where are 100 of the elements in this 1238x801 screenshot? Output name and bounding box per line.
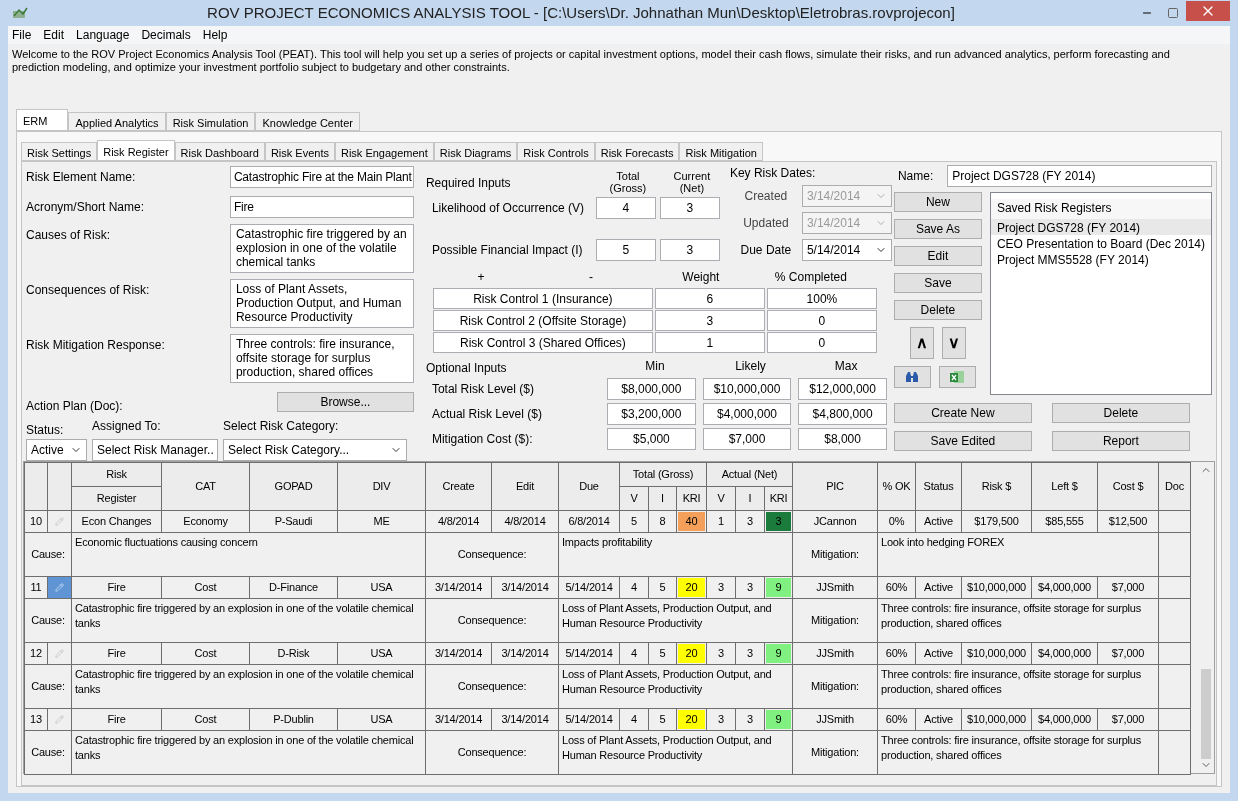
tab[interactable]: Risk Register bbox=[97, 140, 175, 161]
row-label: Mitigation: bbox=[792, 730, 878, 775]
input-field[interactable]: $10,000,000 bbox=[702, 378, 792, 400]
action-button[interactable]: Create New bbox=[893, 403, 1032, 423]
list-item[interactable]: Project DGS728 (FY 2014) bbox=[990, 219, 1211, 235]
input-field[interactable]: $4,800,000 bbox=[798, 403, 887, 425]
column-header: Create bbox=[425, 462, 492, 511]
column-header: Due bbox=[558, 462, 620, 511]
tab[interactable]: Risk Controls bbox=[517, 142, 595, 161]
input-field[interactable]: 3 bbox=[659, 197, 720, 219]
tab[interactable]: Risk Mitigation bbox=[679, 142, 763, 161]
kri-cell: 9 bbox=[766, 578, 791, 597]
column-header: % OK bbox=[877, 462, 916, 511]
kri-cell: 40 bbox=[678, 512, 705, 531]
column-header: Weight bbox=[681, 269, 721, 286]
tab[interactable]: Risk Diagrams bbox=[433, 142, 518, 161]
scroll-thumb[interactable] bbox=[1201, 669, 1211, 759]
column-header: Min bbox=[644, 358, 666, 375]
input-field[interactable]: $3,200,000 bbox=[607, 403, 696, 425]
text-area[interactable]: Loss of Plant Assets, Production Output, and Human Resource Productivity bbox=[229, 279, 414, 328]
pencil-icon bbox=[55, 649, 64, 658]
dropdown[interactable]: Active bbox=[26, 439, 87, 461]
action-button[interactable]: Save As bbox=[893, 219, 982, 239]
action-button[interactable]: Delete bbox=[1051, 403, 1190, 423]
text-area[interactable]: Three controls: fire insurance, offsite storage for surplus production, shared offices bbox=[229, 334, 414, 383]
header-cell bbox=[24, 462, 48, 511]
action-button[interactable]: New bbox=[893, 192, 982, 212]
menu-item[interactable]: Edit bbox=[43, 26, 65, 44]
input-field[interactable]: 3 bbox=[659, 239, 720, 261]
row-label: Mitigation: bbox=[792, 532, 878, 577]
input-field[interactable]: Catastrophic Fire at the Main Plant bbox=[229, 166, 414, 188]
move-button[interactable]: ∨ bbox=[941, 327, 966, 359]
row-label: Consequence: bbox=[425, 598, 559, 643]
menu-item[interactable]: Decimals bbox=[141, 26, 191, 44]
dropdown[interactable]: Select Risk Category... bbox=[223, 439, 407, 461]
input-field[interactable]: 5 bbox=[595, 239, 656, 261]
field-label: Updated bbox=[742, 216, 790, 230]
input-field[interactable]: 4 bbox=[595, 197, 656, 219]
menu-item[interactable]: File bbox=[12, 26, 32, 44]
row-label: Mitigation: bbox=[792, 598, 878, 643]
table-cell: 0 bbox=[766, 310, 877, 331]
field-label: Status: bbox=[26, 423, 65, 437]
input-field[interactable]: Project DGS728 (FY 2014) bbox=[947, 165, 1212, 187]
menu-item[interactable]: Language bbox=[76, 26, 130, 44]
input-field[interactable]: $8,000,000 bbox=[607, 378, 696, 400]
row-label: Mitigation: bbox=[792, 664, 878, 709]
column-header: Risk bbox=[71, 462, 162, 487]
table-cell: Risk Control 3 (Shared Offices) bbox=[432, 332, 653, 353]
dropdown[interactable]: 5/14/2014 bbox=[801, 239, 892, 261]
move-button[interactable]: ∧ bbox=[909, 327, 934, 359]
tab[interactable]: Risk Dashboard bbox=[174, 142, 265, 161]
text-area[interactable]: Catastrophic fire triggered by an explosion in one of the volatile chemical tanks bbox=[229, 224, 414, 273]
tab[interactable]: Risk Events bbox=[264, 142, 335, 161]
excel-button[interactable] bbox=[938, 366, 976, 388]
input-field[interactable]: $7,000 bbox=[702, 428, 792, 450]
action-button[interactable]: Edit bbox=[893, 246, 982, 266]
app-icon bbox=[12, 7, 28, 19]
tab[interactable]: Risk Forecasts bbox=[594, 142, 680, 161]
field-label: Key Risk Dates: bbox=[729, 166, 817, 180]
tab[interactable]: ERM bbox=[16, 109, 69, 131]
input-field[interactable]: Fire bbox=[229, 196, 414, 218]
column-header: Max bbox=[833, 358, 859, 375]
row-label: Consequence: bbox=[425, 532, 559, 577]
column-header: Edit bbox=[491, 462, 559, 511]
row-label: Cause: bbox=[24, 598, 72, 643]
input-field[interactable]: $4,000,000 bbox=[702, 403, 792, 425]
action-button[interactable]: Delete bbox=[893, 300, 982, 320]
action-button[interactable]: Report bbox=[1051, 431, 1190, 451]
column-header: - bbox=[587, 269, 594, 286]
consequence-text: Loss of Plant Assets, Production Output, and Human Resource Productivity bbox=[558, 598, 793, 643]
input-field[interactable]: $5,000 bbox=[607, 428, 696, 450]
consequence-text: Loss of Plant Assets, Production Output, and Human Resource Productivity bbox=[558, 730, 793, 775]
tab[interactable]: Applied Analytics bbox=[68, 112, 166, 131]
input-field[interactable]: $8,000 bbox=[798, 428, 887, 450]
tab[interactable]: Risk Engagement bbox=[334, 142, 434, 161]
action-button[interactable]: Save Edited bbox=[893, 431, 1032, 451]
column-header: CAT bbox=[161, 462, 250, 511]
dropdown[interactable]: Select Risk Manager.. bbox=[92, 439, 218, 461]
field-label: Action Plan (Doc): bbox=[26, 399, 123, 413]
pencil-icon bbox=[55, 583, 64, 592]
tab[interactable]: Risk Settings bbox=[21, 142, 98, 161]
close-button[interactable] bbox=[1186, 1, 1230, 21]
row-label: Consequence: bbox=[425, 664, 559, 709]
field-label: Assigned To: bbox=[92, 419, 162, 435]
kri-cell: 20 bbox=[678, 644, 705, 663]
input-field[interactable]: $12,000,000 bbox=[798, 378, 887, 400]
column-header: Status bbox=[915, 462, 962, 511]
field-label: Optional Inputs bbox=[425, 361, 508, 375]
column-header: % Completed bbox=[773, 269, 848, 286]
maximize-icon bbox=[1167, 7, 1179, 19]
field-label: Acronym/Short Name: bbox=[26, 200, 145, 216]
browse-button[interactable]: Browse... bbox=[276, 392, 414, 412]
tab[interactable]: Knowledge Center bbox=[255, 112, 360, 131]
kri-cell: 20 bbox=[678, 710, 705, 729]
row-number: 10 bbox=[24, 510, 48, 533]
search-button[interactable] bbox=[893, 366, 931, 388]
column-header: Cost $ bbox=[1097, 462, 1159, 511]
tab[interactable]: Risk Simulation bbox=[165, 112, 256, 131]
action-button[interactable]: Save bbox=[893, 273, 982, 293]
menu-item[interactable]: Help bbox=[202, 26, 228, 44]
